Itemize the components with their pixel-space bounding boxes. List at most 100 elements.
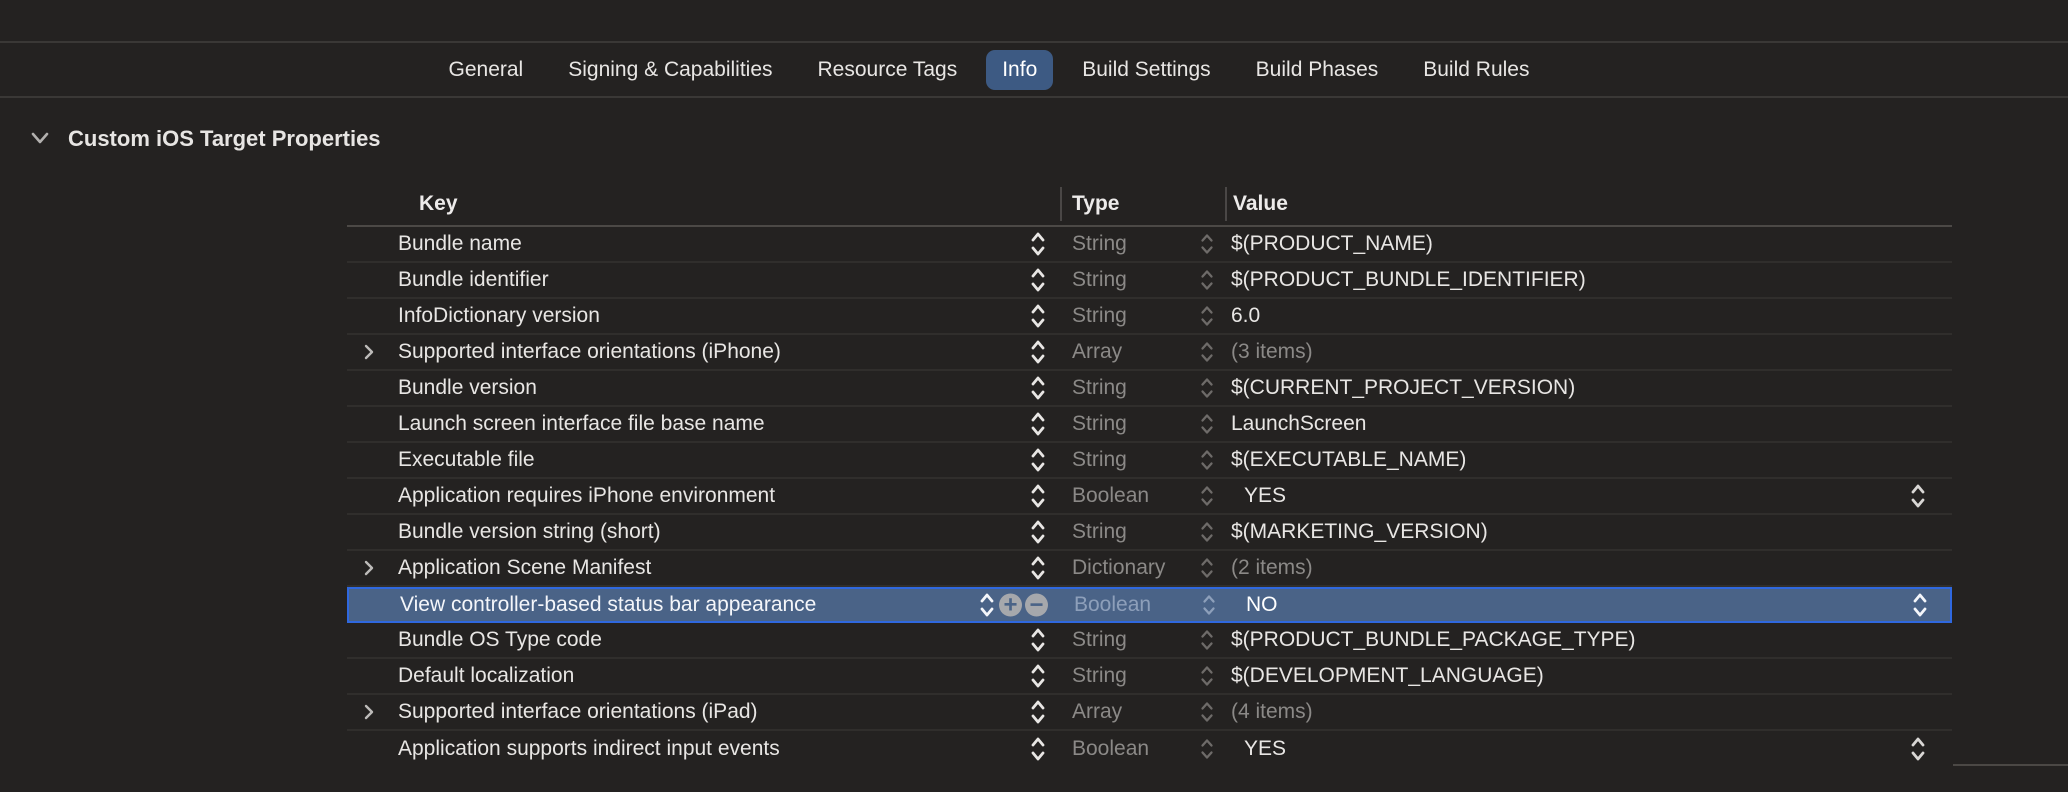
row-value[interactable]: (3 items) [1231, 340, 1313, 364]
plist-table: Key Type Value Bundle name + − String $(… [347, 183, 1952, 767]
key-stepper-icon[interactable] [1030, 447, 1046, 474]
row-key-label: Executable file [398, 448, 535, 472]
row-key-label: Bundle version string (short) [398, 520, 661, 544]
row-value[interactable]: YES [1244, 484, 1286, 508]
tab-build-settings[interactable]: Build Settings [1066, 50, 1226, 90]
table-header-row: Key Type Value [347, 183, 1952, 227]
tab-label: Build Rules [1423, 58, 1529, 82]
type-dropdown-icon[interactable] [1200, 665, 1214, 688]
type-dropdown-icon[interactable] [1200, 377, 1214, 400]
table-row[interactable]: Bundle OS Type code + − String $(PRODUCT… [347, 623, 1952, 659]
row-type-label: Array [1072, 700, 1122, 724]
value-dropdown-icon[interactable] [1910, 736, 1926, 763]
table-row[interactable]: Executable file + − String $(EXECUTABLE_… [347, 443, 1952, 479]
table-row[interactable]: Application requires iPhone environment … [347, 479, 1952, 515]
table-row[interactable]: Supported interface orientations (iPad) … [347, 695, 1952, 731]
key-stepper-icon[interactable] [1030, 699, 1046, 726]
tab-general[interactable]: General [433, 50, 540, 90]
key-stepper-icon[interactable] [1030, 231, 1046, 258]
row-key-label: Supported interface orientations (iPhone… [398, 340, 781, 364]
table-row[interactable]: View controller-based status bar appeara… [347, 587, 1952, 623]
row-value[interactable]: (2 items) [1231, 556, 1313, 580]
type-dropdown-icon[interactable] [1200, 413, 1214, 436]
key-stepper-icon[interactable] [1030, 663, 1046, 690]
key-stepper-icon[interactable] [1030, 375, 1046, 402]
table-row[interactable]: Bundle name + − String $(PRODUCT_NAME) [347, 227, 1952, 263]
chevron-right-icon[interactable] [363, 343, 375, 361]
row-value[interactable]: $(DEVELOPMENT_LANGUAGE) [1231, 664, 1544, 688]
row-type-label: String [1072, 448, 1127, 472]
type-dropdown-icon[interactable] [1200, 305, 1214, 328]
add-row-button[interactable]: + [999, 594, 1022, 617]
type-dropdown-icon[interactable] [1200, 521, 1214, 544]
chevron-down-icon[interactable] [30, 131, 50, 145]
key-stepper-icon[interactable] [1030, 411, 1046, 438]
type-dropdown-icon[interactable] [1200, 557, 1214, 580]
key-stepper-icon[interactable] [1030, 483, 1046, 510]
tab-build-rules[interactable]: Build Rules [1407, 50, 1545, 90]
row-value[interactable]: $(PRODUCT_BUNDLE_IDENTIFIER) [1231, 268, 1586, 292]
key-stepper-icon[interactable] [1030, 736, 1046, 763]
row-value[interactable]: $(MARKETING_VERSION) [1231, 520, 1488, 544]
column-divider[interactable] [1060, 187, 1062, 221]
key-stepper-icon[interactable] [1030, 267, 1046, 294]
row-key-label: Bundle version [398, 376, 537, 400]
type-dropdown-icon[interactable] [1200, 341, 1214, 364]
table-row[interactable]: Bundle version string (short) + − String… [347, 515, 1952, 551]
column-header-key: Key [419, 183, 458, 225]
tab-build-phases[interactable]: Build Phases [1240, 50, 1395, 90]
divider [0, 96, 2068, 98]
type-dropdown-icon[interactable] [1200, 485, 1214, 508]
column-header-value: Value [1233, 183, 1288, 225]
key-stepper-icon[interactable] [1030, 555, 1046, 582]
table-row[interactable]: Supported interface orientations (iPhone… [347, 335, 1952, 371]
tab-resource-tags[interactable]: Resource Tags [802, 50, 974, 90]
key-stepper-icon[interactable] [979, 592, 995, 619]
type-dropdown-icon[interactable] [1200, 233, 1214, 256]
window-top-strip [0, 0, 2068, 41]
row-value[interactable]: $(CURRENT_PROJECT_VERSION) [1231, 376, 1575, 400]
table-row[interactable]: Launch screen interface file base name +… [347, 407, 1952, 443]
type-dropdown-icon[interactable] [1200, 629, 1214, 652]
chevron-right-icon[interactable] [363, 559, 375, 577]
table-row[interactable]: Default localization + − String $(DEVELO… [347, 659, 1952, 695]
type-dropdown-icon[interactable] [1200, 738, 1214, 761]
tab-label: Resource Tags [818, 58, 958, 82]
type-dropdown-icon[interactable] [1200, 269, 1214, 292]
tab-bar: General Signing & Capabilities Resource … [0, 43, 2023, 96]
row-value[interactable]: 6.0 [1231, 304, 1260, 328]
tab-label: General [449, 58, 524, 82]
type-dropdown-icon[interactable] [1200, 701, 1214, 724]
tab-info[interactable]: Info [986, 50, 1053, 90]
table-row[interactable]: InfoDictionary version + − String 6.0 [347, 299, 1952, 335]
table-row[interactable]: Application supports indirect input even… [347, 731, 1952, 767]
row-type-label: String [1072, 520, 1127, 544]
key-stepper-icon[interactable] [1030, 627, 1046, 654]
remove-row-button[interactable]: − [1025, 594, 1048, 617]
key-stepper-icon[interactable] [1030, 339, 1046, 366]
row-value[interactable]: $(EXECUTABLE_NAME) [1231, 448, 1466, 472]
row-key-label: Application Scene Manifest [398, 556, 651, 580]
row-key-label: View controller-based status bar appeara… [400, 593, 816, 617]
table-row[interactable]: Application Scene Manifest + − Dictionar… [347, 551, 1952, 587]
value-dropdown-icon[interactable] [1912, 592, 1928, 619]
row-value[interactable]: LaunchScreen [1231, 412, 1366, 436]
row-value[interactable]: (4 items) [1231, 700, 1313, 724]
key-stepper-icon[interactable] [1030, 519, 1046, 546]
value-dropdown-icon[interactable] [1910, 483, 1926, 510]
row-value[interactable]: YES [1244, 737, 1286, 761]
row-value[interactable]: $(PRODUCT_NAME) [1231, 232, 1433, 256]
tab-signing-capabilities[interactable]: Signing & Capabilities [552, 50, 788, 90]
row-value[interactable]: $(PRODUCT_BUNDLE_PACKAGE_TYPE) [1231, 628, 1636, 652]
row-value[interactable]: NO [1246, 593, 1278, 617]
chevron-right-icon[interactable] [363, 703, 375, 721]
table-row[interactable]: Bundle identifier + − String $(PRODUCT_B… [347, 263, 1952, 299]
table-row[interactable]: Bundle version + − String $(CURRENT_PROJ… [347, 371, 1952, 407]
key-stepper-icon[interactable] [1030, 303, 1046, 330]
row-key-label: Launch screen interface file base name [398, 412, 765, 436]
type-dropdown-icon[interactable] [1200, 449, 1214, 472]
divider [1953, 764, 2068, 766]
column-divider[interactable] [1225, 187, 1227, 221]
type-dropdown-icon[interactable] [1202, 594, 1216, 617]
row-key-label: Bundle name [398, 232, 522, 256]
